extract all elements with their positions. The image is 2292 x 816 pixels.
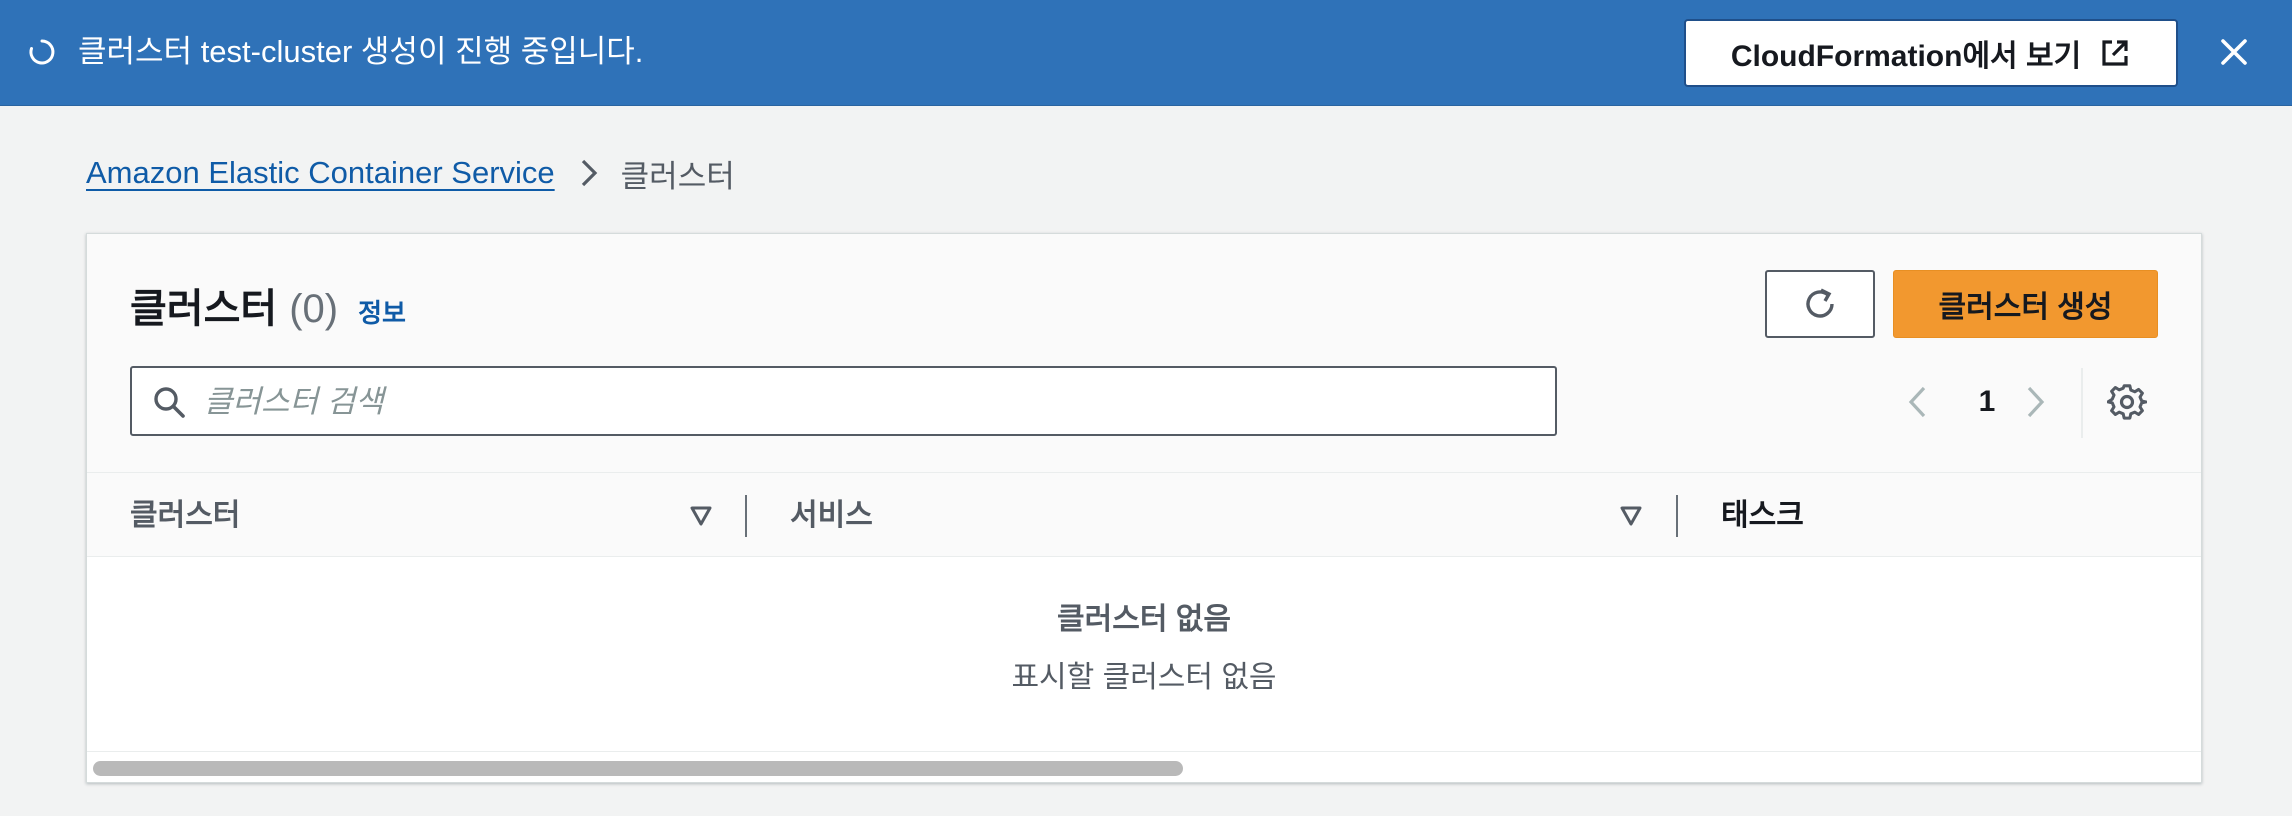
- table-header-row: 클러스터 서비스 태스크: [87, 472, 2201, 557]
- pagination-current-page[interactable]: 1: [1967, 380, 2007, 424]
- close-icon[interactable]: [2214, 32, 2254, 72]
- empty-state-description: 표시할 클러스터 없음: [1011, 661, 1277, 694]
- cluster-count: (0): [289, 287, 339, 331]
- gear-icon[interactable]: [2107, 382, 2147, 422]
- flash-banner: 클러스터 test-cluster 생성이 진행 중입니다. CloudForm…: [0, 0, 2292, 106]
- horizontal-scrollbar[interactable]: [93, 761, 1183, 776]
- breadcrumb-current: 클러스터: [620, 158, 735, 194]
- column-resizer[interactable]: [1676, 495, 1678, 537]
- column-header-cluster[interactable]: 클러스터: [130, 473, 240, 558]
- search-input[interactable]: [202, 368, 1546, 436]
- panel-header: 클러스터 (0) 정보 클러스터 생성 클러스터 검색 1: [87, 234, 2201, 472]
- clusters-table-panel: 클러스터 (0) 정보 클러스터 생성 클러스터 검색 1 클러스터 서비스 태…: [86, 233, 2202, 783]
- page-title: 클러스터 (0) 정보: [130, 276, 406, 334]
- column-header-tasks[interactable]: 태스크: [1721, 473, 1804, 558]
- breadcrumb-ecs-link[interactable]: Amazon Elastic Container Service: [86, 155, 555, 191]
- column-resizer[interactable]: [745, 495, 747, 537]
- table-bottom-divider: [87, 751, 2201, 752]
- refresh-icon: [1800, 284, 1840, 324]
- view-in-cloudformation-button[interactable]: CloudFormation에서 보기: [1684, 19, 2178, 87]
- search-box[interactable]: [130, 366, 1557, 436]
- sort-icon[interactable]: [1619, 505, 1643, 527]
- page-title-text: 클러스터: [130, 287, 278, 331]
- chevron-left-icon[interactable]: [1902, 382, 1932, 422]
- chevron-right-icon[interactable]: [2021, 382, 2051, 422]
- chevron-right-icon: [577, 155, 601, 191]
- loading-spinner-icon: [28, 38, 56, 66]
- info-link[interactable]: 정보: [358, 293, 406, 330]
- refresh-button[interactable]: [1765, 270, 1875, 338]
- flash-message: 클러스터 test-cluster 생성이 진행 중입니다.: [78, 34, 644, 69]
- sort-icon[interactable]: [689, 505, 713, 527]
- view-in-cloudformation-label: CloudFormation에서 보기: [1730, 40, 2082, 73]
- search-icon: [152, 385, 186, 419]
- column-header-services[interactable]: 서비스: [790, 473, 873, 558]
- breadcrumb: Amazon Elastic Container Service 클러스터: [86, 150, 735, 196]
- create-cluster-button[interactable]: 클러스터 생성: [1893, 270, 2158, 338]
- external-link-icon: [2099, 37, 2131, 69]
- pagination-divider: [2081, 368, 2083, 438]
- empty-state-title: 클러스터 없음: [1057, 603, 1231, 636]
